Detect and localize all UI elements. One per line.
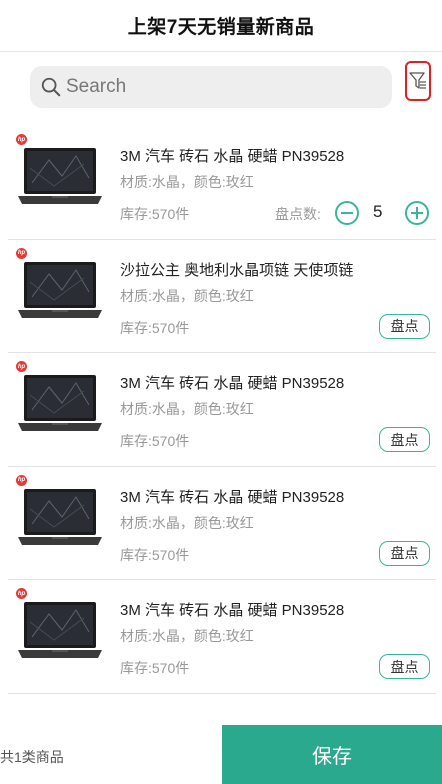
minus-icon (341, 212, 353, 214)
list-item[interactable]: hp 3M 汽车 砖石 水晶 硬蜡 PN39528 材质:水晶，颜色:玫红 库存… (8, 126, 436, 240)
list-item[interactable]: hp 3M 汽车 砖石 水晶 硬蜡 PN39528 材质:水晶，颜色:玫红 库存… (8, 353, 436, 467)
count-value[interactable]: 5 (373, 202, 382, 222)
product-attributes: 材质:水晶，颜色:玫红 (120, 628, 254, 644)
laptop-image (18, 261, 102, 318)
product-attributes: 材质:水晶，颜色:玫红 (120, 514, 254, 531)
list-item[interactable]: hp 沙拉公主 奥地利水晶项链 天使项链 材质:水晶，颜色:玫红 库存:570件… (8, 240, 436, 353)
filter-button[interactable] (405, 61, 431, 101)
product-stock: 库存:570件 (120, 546, 190, 563)
product-list: hp 3M 汽车 砖石 水晶 硬蜡 PN39528 材质:水晶，颜色:玫红 库存… (0, 126, 442, 694)
category-count-summary: 共1类商品 (0, 749, 64, 765)
product-attributes: 材质:水晶，颜色:玫红 (120, 174, 254, 190)
search-input[interactable] (66, 76, 366, 98)
product-name: 沙拉公主 奥地利水晶项链 天使项链 (120, 261, 354, 279)
product-attributes: 材质:水晶，颜色:玫红 (120, 287, 254, 304)
product-name: 3M 汽车 砖石 水晶 硬蜡 PN39528 (120, 602, 345, 619)
product-stock: 库存:570件 (120, 206, 190, 222)
inventory-check-button[interactable]: 盘点 (379, 313, 430, 339)
laptop-image (18, 488, 102, 545)
search-box[interactable] (30, 66, 392, 108)
inventory-check-button[interactable]: 盘点 (379, 654, 430, 679)
product-name: 3M 汽车 砖石 水晶 硬蜡 PN39528 (120, 375, 345, 392)
search-row (0, 52, 442, 124)
product-stock: 库存:570件 (120, 660, 190, 676)
plus-icon-vertical (416, 207, 418, 219)
count-label: 盘点数: (275, 206, 321, 222)
decrement-button[interactable] (335, 201, 359, 225)
laptop-image (18, 148, 102, 204)
increment-button[interactable] (405, 201, 429, 225)
laptop-image (18, 602, 102, 658)
product-stock: 库存:570件 (120, 319, 190, 336)
list-item[interactable]: hp 3M 汽车 砖石 水晶 硬蜡 PN39528 材质:水晶，颜色:玫红 库存… (8, 580, 436, 694)
footer-bar: 共1类商品 保存 (0, 725, 442, 784)
product-name: 3M 汽车 砖石 水晶 硬蜡 PN39528 (120, 488, 345, 506)
inventory-check-button[interactable]: 盘点 (379, 427, 430, 452)
search-icon (41, 77, 61, 97)
inventory-check-button[interactable]: 盘点 (379, 540, 430, 566)
save-button[interactable]: 保存 (222, 725, 442, 784)
filter-icon (409, 72, 426, 89)
laptop-image (18, 375, 102, 431)
product-attributes: 材质:水晶，颜色:玫红 (120, 401, 254, 417)
list-item[interactable]: hp 3M 汽车 砖石 水晶 硬蜡 PN39528 材质:水晶，颜色:玫红 库存… (8, 467, 436, 580)
page-title: 上架7天无销量新商品 (127, 17, 315, 38)
product-name: 3M 汽车 砖石 水晶 硬蜡 PN39528 (120, 148, 345, 165)
header-bar: 上架7天无销量新商品 (0, 0, 442, 52)
product-stock: 库存:570件 (120, 433, 190, 449)
